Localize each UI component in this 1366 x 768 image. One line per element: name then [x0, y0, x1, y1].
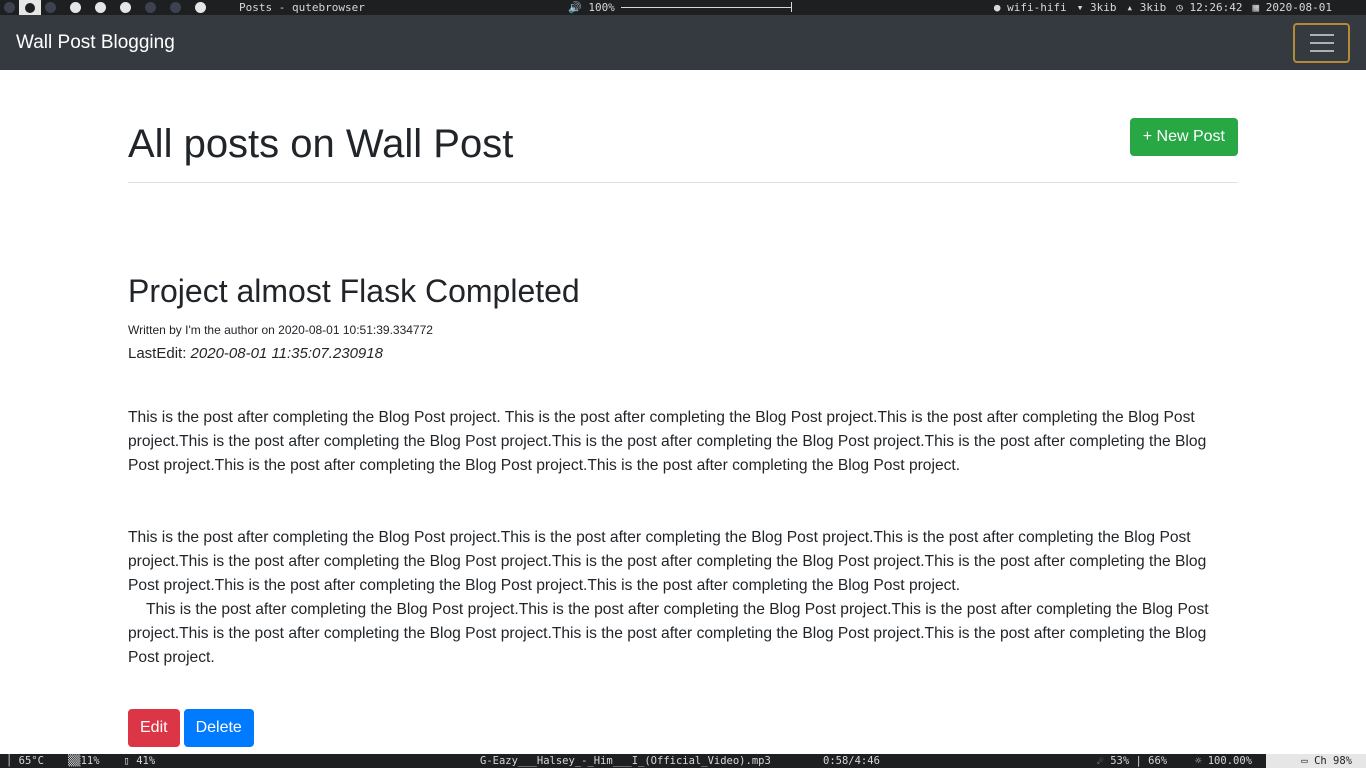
- hamburger-icon: [1309, 50, 1334, 52]
- hamburger-icon: [1309, 34, 1334, 36]
- workspace-indicator[interactable]: [145, 2, 156, 13]
- upload-rate: ▴ 3kib: [1126, 1, 1167, 14]
- workspace-indicator[interactable]: [170, 2, 181, 13]
- site-navbar: Wall Post Blogging: [0, 15, 1366, 70]
- post-actions: Edit Delete: [128, 709, 258, 747]
- page-title: All posts on Wall Post: [128, 122, 514, 166]
- brand-link[interactable]: Wall Post Blogging: [16, 31, 175, 55]
- workspace-indicator[interactable]: [70, 2, 81, 13]
- temperature-readout: │ 65°C: [6, 755, 44, 767]
- last-edit-label: LastEdit:: [128, 345, 191, 362]
- post-author-meta: Written by I'm the author on 2020-08-01 …: [128, 323, 433, 337]
- date: ▦ 2020-08-01: [1252, 1, 1332, 14]
- levels-readout: ☄ 53% | 66%: [1097, 755, 1168, 767]
- system-tray: ● wifi-hifi ▾ 3kib ▴ 3kib ◷ 12:26:42 ▦ 2…: [984, 0, 1332, 15]
- clock: ◷ 12:26:42: [1176, 1, 1243, 14]
- delete-button[interactable]: Delete: [183, 709, 254, 747]
- edit-button[interactable]: Edit: [128, 709, 180, 747]
- post-paragraph: This is the post after completing the Bl…: [128, 409, 1207, 474]
- now-playing-track[interactable]: G-Eazy___Halsey_-_Him___I_(Official_Vide…: [480, 754, 771, 768]
- post-last-edit: LastEdit: 2020-08-01 11:35:07.230918: [128, 344, 383, 364]
- hamburger-icon: [1309, 42, 1334, 44]
- new-post-button[interactable]: + New Post: [1129, 118, 1238, 156]
- post-body: This is the post after completing the Bl…: [128, 406, 1238, 670]
- navbar-toggler-button[interactable]: [1293, 23, 1350, 63]
- brightness-readout: ☼ 100.00%: [1195, 755, 1252, 767]
- workspace-indicator[interactable]: [195, 2, 206, 13]
- window-manager-bar: Posts - qutebrowser 🔊 100% ● wifi-hifi ▾…: [0, 0, 1366, 15]
- system-stats: │ 65°C ▒▒11% ▯ 41%: [6, 754, 179, 768]
- wifi-status: ● wifi-hifi: [993, 1, 1067, 14]
- memory-usage: ▯ 41%: [123, 755, 156, 767]
- bottom-status-bar: │ 65°C ▒▒11% ▯ 41% G-Eazy___Halsey_-_Him…: [0, 754, 1366, 768]
- divider: [128, 182, 1238, 183]
- cpu-usage: ▒▒11%: [67, 755, 100, 767]
- last-edit-value: 2020-08-01 11:35:07.230918: [190, 345, 383, 362]
- workspace-indicator[interactable]: [4, 2, 15, 13]
- post-title: Project almost Flask Completed: [128, 273, 580, 309]
- workspace-indicator[interactable]: [95, 2, 106, 13]
- workspace-indicator-active[interactable]: [19, 0, 41, 15]
- post-paragraph: This is the post after completing the Bl…: [128, 601, 1209, 666]
- window-title: Posts - qutebrowser: [239, 1, 365, 14]
- download-rate: ▾ 3kib: [1076, 1, 1117, 14]
- volume-level: 🔊 100%: [568, 1, 615, 14]
- volume-widget[interactable]: 🔊 100%: [568, 0, 792, 15]
- battery-status: ▭ Ch 98%: [1266, 754, 1366, 768]
- workspace-indicator[interactable]: [120, 2, 131, 13]
- track-time: 0:58/4:46: [823, 755, 880, 767]
- workspace-indicator[interactable]: [45, 2, 56, 13]
- volume-slider[interactable]: [620, 2, 792, 12]
- post-paragraph: This is the post after completing the Bl…: [128, 529, 1207, 594]
- status-indicators: ☄ 53% | 66% ☼ 100.00%: [1070, 754, 1252, 768]
- workspace-switcher: [4, 0, 220, 15]
